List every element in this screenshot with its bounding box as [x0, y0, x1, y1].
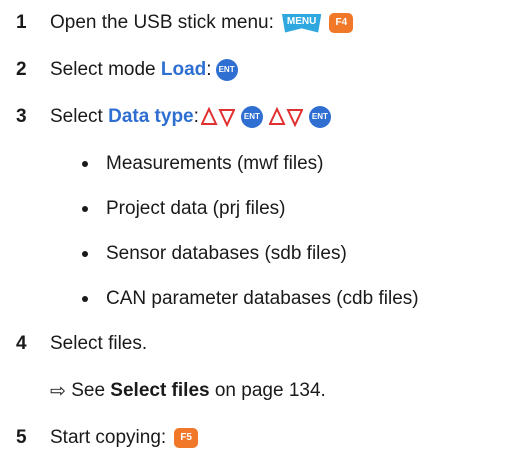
- list-item-text: Sensor databases (sdb files): [106, 243, 347, 264]
- bullet-icon: [82, 251, 88, 257]
- step-text: Open the USB stick menu:: [50, 12, 274, 33]
- list-item: Measurements (mwf files): [82, 151, 324, 177]
- step-4: 4 Select files.: [0, 331, 147, 357]
- step-number: 5: [16, 427, 27, 448]
- step-text: Select files.: [50, 333, 148, 354]
- step-text-colon: :: [206, 59, 212, 80]
- step-text: Select mode: [50, 59, 161, 80]
- step-number: 3: [16, 106, 27, 127]
- step-text: Select: [50, 106, 109, 127]
- list-item-text: Measurements (mwf files): [106, 153, 324, 174]
- step-3: 3 Select Data type : ENT ENT: [0, 104, 335, 130]
- ent-key-icon: ENT: [308, 106, 331, 128]
- f5-key-icon: F5: [174, 428, 199, 448]
- bullet-icon: [82, 161, 88, 167]
- ent-key-icon: ENT: [215, 59, 238, 81]
- up-down-arrows-icon: [200, 107, 235, 127]
- note-suffix: on page 134.: [209, 380, 326, 401]
- cross-reference: ⇨ See Select files on page 134.: [50, 378, 326, 404]
- menu-key-icon: MENU: [281, 13, 322, 33]
- step-text-colon: :: [193, 106, 199, 127]
- step-text: Start copying:: [50, 427, 167, 448]
- list-item: Sensor databases (sdb files): [82, 241, 347, 267]
- bullet-icon: [82, 206, 88, 212]
- step-number: 2: [16, 59, 27, 80]
- list-item-text: CAN parameter databases (cdb files): [106, 288, 419, 309]
- step-5: 5 Start copying: F5: [0, 425, 199, 451]
- note-prefix: See: [65, 380, 111, 401]
- bullet-icon: [82, 296, 88, 302]
- step-2: 2 Select mode Load : ENT: [0, 57, 242, 83]
- list-item: Project data (prj files): [82, 196, 286, 222]
- arrow-right-icon: ⇨: [50, 380, 66, 402]
- list-item-text: Project data (prj files): [106, 198, 286, 219]
- step-number: 1: [16, 12, 27, 33]
- up-down-arrows-icon: [268, 107, 303, 127]
- ent-key-icon: ENT: [240, 106, 263, 128]
- list-item: CAN parameter databases (cdb files): [82, 286, 419, 312]
- step-number: 4: [16, 333, 27, 354]
- f4-key-icon: F4: [329, 13, 354, 33]
- cross-reference-link[interactable]: Select files: [110, 380, 209, 402]
- highlight-term: Data type: [108, 106, 194, 127]
- step-1: 1 Open the USB stick menu: MENU F4: [0, 10, 354, 36]
- highlight-term: Load: [160, 59, 207, 80]
